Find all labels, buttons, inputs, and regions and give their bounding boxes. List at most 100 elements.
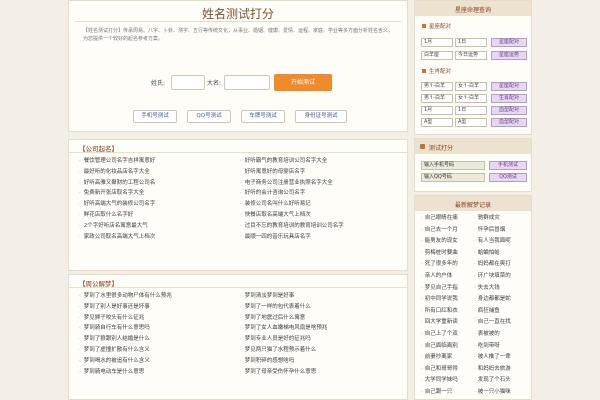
- list-item[interactable]: 2个字好听店名寓意最大气: [79, 221, 240, 232]
- pair-right[interactable]: A型: [455, 118, 487, 127]
- list-item[interactable]: 梦到了狼跟别人结婚是什么: [79, 334, 240, 345]
- list-item[interactable]: 自己跟一只: [421, 387, 474, 399]
- list-item[interactable]: 发现了个石头: [474, 375, 527, 387]
- list-item[interactable]: 梦到清淡梦到是好事: [240, 291, 401, 302]
- list-item[interactable]: 梦到了水里很多动物尸体有什么预兆: [79, 291, 240, 302]
- list-item[interactable]: 驰群成灾: [474, 213, 527, 225]
- pair-right[interactable]: 女↑-白羊: [455, 82, 487, 91]
- fortune-button[interactable]: 星座运势: [491, 51, 527, 60]
- pair-right[interactable]: 1日: [455, 106, 487, 115]
- list-item[interactable]: 好听高端大气的装修公司名字: [79, 199, 240, 210]
- surname-input[interactable]: [171, 75, 205, 90]
- list-item[interactable]: 快餐店取名高端大气上档次: [240, 210, 401, 221]
- list-item[interactable]: 被人推了一辈: [474, 352, 527, 364]
- list-item[interactable]: 梦到了一样的包代表着什么: [240, 302, 401, 313]
- list-item[interactable]: 梦见狮子咬头有什么征兆: [79, 313, 240, 324]
- list-item[interactable]: 梦到专业人员是好的征兆吗: [240, 334, 401, 345]
- list-item[interactable]: 初中同学说我: [421, 294, 474, 306]
- list-item[interactable]: 最好听的化妆品店名字大全: [79, 167, 240, 178]
- list-item[interactable]: 家政公司取名高端大气上档次: [79, 232, 240, 243]
- list-item[interactable]: 有人当我面呢: [474, 236, 527, 248]
- list-item[interactable]: 梦到了母亲受伤怀孕什么意思: [240, 367, 401, 378]
- list-item[interactable]: 最顺一四的音乐玩具店名字: [240, 232, 401, 243]
- name-label: 大名:: [207, 80, 222, 87]
- list-item[interactable]: 梦到骑自行车有什么意思吗: [79, 323, 240, 334]
- list-item[interactable]: 梦到积碎的感想啥吗: [240, 356, 401, 367]
- list-item[interactable]: 回大学重新读: [421, 317, 474, 329]
- pair-button[interactable]: 血型配对: [491, 118, 527, 127]
- phone-test-button[interactable]: 手机测试: [489, 161, 527, 170]
- bullet-icon: [420, 144, 425, 149]
- qq-input[interactable]: 输入QQ号码: [421, 173, 485, 182]
- list-item[interactable]: 表被被的: [474, 329, 527, 341]
- list-item[interactable]: 吃到带呀: [474, 341, 527, 353]
- list-item[interactable]: 好听霸气的教育培训公司名字大全: [240, 156, 401, 167]
- list-item[interactable]: 和妈妈去旅游: [474, 364, 527, 376]
- pair-left[interactable]: A型: [421, 118, 453, 127]
- company-list-right: 好听霸气的教育培训公司名字大全 好听寓意好的母婴店名字 电子商务公司注册营业执照…: [240, 156, 401, 242]
- name-test-panel: 姓名测试打分 【姓名测试打分】传承周易、八字、卜卦、测字、五行等传统文化，从事业…: [68, 0, 408, 132]
- pair-left[interactable]: 1月: [421, 106, 453, 115]
- pair-button[interactable]: 生肖配对: [491, 94, 527, 103]
- list-item[interactable]: 梦到骑电动车是什么意思: [79, 367, 240, 378]
- list-item[interactable]: 好听高雅又聚财的工程公司名: [79, 178, 240, 189]
- list-item[interactable]: 梦到了别人是好事还是坏事: [79, 302, 240, 313]
- list-item[interactable]: 梦到了虚撞扩散有什么含义: [79, 345, 240, 356]
- pair-button[interactable]: 血型配对: [491, 106, 527, 115]
- fortune-select[interactable]: 今日运势: [455, 51, 487, 60]
- list-item[interactable]: 好听的会计咨询公司名字: [240, 188, 401, 199]
- list-item[interactable]: 自己一直在找: [474, 317, 527, 329]
- sign-select[interactable]: 白羊座: [421, 51, 453, 60]
- phone-input[interactable]: 输入手机号码: [421, 161, 485, 170]
- list-item[interactable]: 亲人的户体: [421, 271, 474, 283]
- pair-right[interactable]: 女↑-白羊: [455, 94, 487, 103]
- pair-button[interactable]: 星座配对: [491, 82, 527, 91]
- section-label-row: 生肖配对: [419, 66, 529, 75]
- id-test-link[interactable]: 身份证号测试: [295, 110, 347, 123]
- list-item[interactable]: 梦到了女人血嫩梯电风扇是啥预兆: [240, 323, 401, 334]
- list-item[interactable]: 疯狂捕鱼: [474, 306, 527, 318]
- section-label: 星座配对: [429, 24, 452, 30]
- list-item[interactable]: 梦见两只猫了水程预示着什么: [240, 345, 401, 356]
- list-item[interactable]: 梦到喝水的被追有什么含义: [79, 356, 240, 367]
- list-item[interactable]: 电子商务公司注册营业执照名字大全: [240, 178, 401, 189]
- list-item[interactable]: 自己面临离别: [421, 341, 474, 353]
- list-item[interactable]: 好听寓意好的母婴店名字: [240, 167, 401, 178]
- list-item[interactable]: 能男友的现女: [421, 236, 474, 248]
- day-select[interactable]: 1日: [455, 38, 487, 47]
- phone-test-link[interactable]: 手机号测试: [133, 110, 177, 123]
- zodiac-query-button[interactable]: 星座配对: [491, 38, 527, 47]
- list-item[interactable]: 过目不忘的教育培训的教育培训公司名字: [240, 221, 401, 232]
- list-item[interactable]: 自己和哥哥得: [421, 364, 474, 376]
- list-item[interactable]: 梦到了地震过后什么寓意: [240, 313, 401, 324]
- start-test-button[interactable]: 开始测试: [274, 74, 332, 91]
- list-item[interactable]: 死了很多年的: [421, 259, 474, 271]
- list-item[interactable]: 大学同学妹吗: [421, 375, 474, 387]
- plate-test-link[interactable]: 车牌号测试: [241, 110, 285, 123]
- test-sidebar: 测试打分 输入手机号码 手机测试 输入QQ号码 QQ测试: [414, 138, 532, 192]
- list-item[interactable]: 餐饮管理公司名字吉祥寓意好: [79, 156, 240, 167]
- pair-left[interactable]: 男↑-白羊: [421, 94, 453, 103]
- qq-test-link[interactable]: QQ号测试: [187, 110, 231, 123]
- list-item[interactable]: 梦见自己手指: [421, 283, 474, 295]
- list-item[interactable]: 自己眼睛在痛: [421, 213, 474, 225]
- month-select[interactable]: 1月: [421, 38, 453, 47]
- list-item[interactable]: 剪梅桩时要曲: [421, 248, 474, 260]
- list-item[interactable]: 前妻抄离家: [421, 352, 474, 364]
- list-item[interactable]: 被一只小猫咪: [474, 387, 527, 399]
- pair-left[interactable]: 男↑-白羊: [421, 82, 453, 91]
- list-item[interactable]: 装修公司名叫什么好听易记: [240, 199, 401, 210]
- list-item[interactable]: 失去大钱: [474, 283, 527, 295]
- name-input[interactable]: [224, 75, 270, 90]
- list-item[interactable]: 妈妈都在爽打: [474, 259, 527, 271]
- qq-test-button[interactable]: QQ测试: [489, 173, 527, 182]
- list-item[interactable]: 鲜花店取什么名字好: [79, 210, 240, 221]
- list-item[interactable]: 环广块填菜的: [474, 271, 527, 283]
- list-item[interactable]: 所有口红和衣: [421, 306, 474, 318]
- list-item[interactable]: 自己上了个双: [421, 329, 474, 341]
- list-item[interactable]: 怀孕后冒烟: [474, 225, 527, 237]
- list-item[interactable]: 免费新开张店取名字大全: [79, 188, 240, 199]
- list-item[interactable]: 自己去一个月: [421, 225, 474, 237]
- list-item[interactable]: 蛤蛐怕蛤: [474, 248, 527, 260]
- list-item[interactable]: 身边都都是蛇: [474, 294, 527, 306]
